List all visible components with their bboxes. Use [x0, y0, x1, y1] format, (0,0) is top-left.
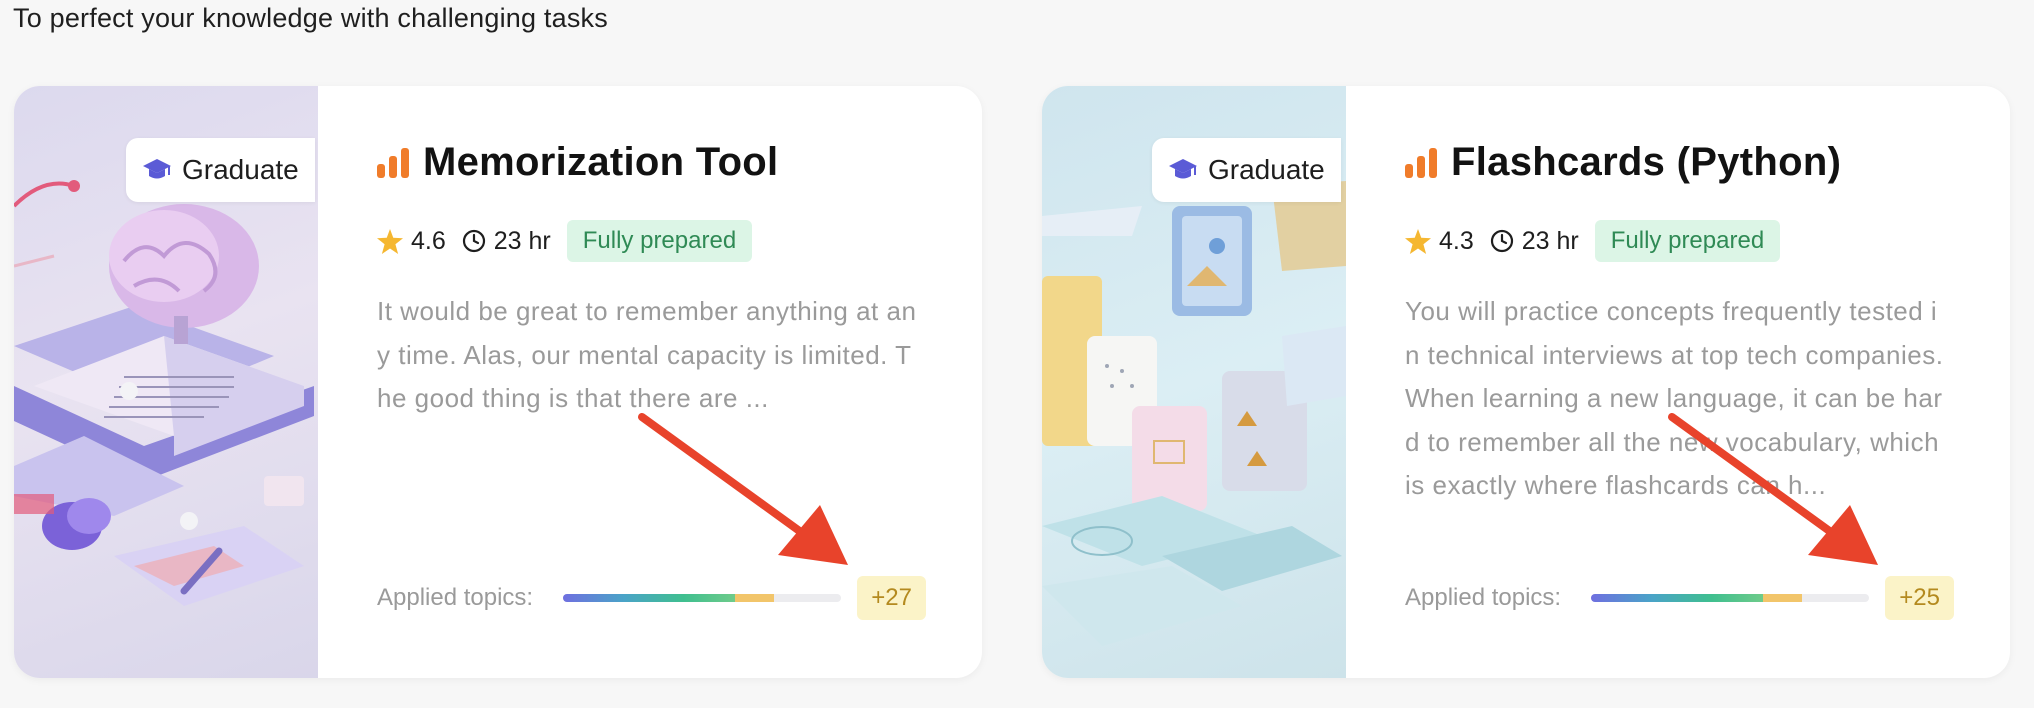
- applied-topics: Applied topics: +25: [1405, 576, 1954, 620]
- topics-progress-segment: [1763, 594, 1803, 602]
- duration: 23 hr: [1490, 227, 1579, 256]
- difficulty-bars-icon: [1405, 147, 1437, 178]
- topics-progress-segment: [735, 594, 775, 602]
- topics-progress-bar: [563, 594, 841, 602]
- duration: 23 hr: [462, 227, 551, 256]
- topics-count-badge[interactable]: +27: [857, 576, 926, 620]
- project-thumbnail: Graduate: [1042, 86, 1346, 678]
- topics-count-badge[interactable]: +25: [1885, 576, 1954, 620]
- clock-icon: [462, 229, 485, 253]
- applied-topics-label: Applied topics:: [1405, 584, 1562, 611]
- project-description: It would be great to remember anything a…: [377, 296, 917, 413]
- topics-progress-fill: [563, 594, 736, 602]
- level-badge-label: Graduate: [1208, 154, 1325, 185]
- topics-progress-fill: [1591, 594, 1764, 602]
- description-paragraph: When learning a new language, it can be …: [1405, 383, 1943, 500]
- star-icon: [1405, 228, 1431, 254]
- topics-progress-bar: [1591, 594, 1869, 602]
- rating: 4.6: [377, 227, 446, 256]
- star-icon: [377, 228, 403, 254]
- level-badge: Graduate: [126, 138, 315, 202]
- status-badge: Fully prepared: [1594, 220, 1781, 262]
- description-paragraph: You will practice concepts frequently te…: [1405, 296, 1944, 370]
- graduation-cap-icon: [1169, 159, 1197, 179]
- duration-value: 23 hr: [493, 226, 551, 255]
- rating: 4.3: [1405, 227, 1474, 256]
- clock-icon: [1490, 229, 1513, 253]
- status-badge: Fully prepared: [566, 220, 753, 262]
- graduation-cap-icon: [143, 159, 171, 179]
- project-title[interactable]: Memorization Tool: [423, 140, 778, 185]
- difficulty-bars-icon: [377, 147, 409, 178]
- applied-topics-label: Applied topics:: [377, 584, 534, 611]
- section-subtitle: To perfect your knowledge with challengi…: [13, 3, 608, 33]
- project-card-memorization-tool[interactable]: Graduate Memorization Tool 4.6 23 hr Ful…: [14, 86, 982, 678]
- level-badge-label: Graduate: [182, 154, 299, 185]
- rating-value: 4.6: [411, 226, 446, 255]
- duration-value: 23 hr: [1521, 226, 1579, 255]
- project-title[interactable]: Flashcards (Python): [1451, 140, 1841, 185]
- project-thumbnail: Graduate: [14, 86, 318, 678]
- applied-topics: Applied topics: +27: [377, 576, 926, 620]
- project-description: You will practice concepts frequently te…: [1405, 290, 1950, 508]
- project-card-flashcards-python[interactable]: Graduate Flashcards (Python) 4.3 23 hr F…: [1042, 86, 2010, 678]
- level-badge: Graduate: [1152, 138, 1341, 202]
- rating-value: 4.3: [1439, 226, 1474, 255]
